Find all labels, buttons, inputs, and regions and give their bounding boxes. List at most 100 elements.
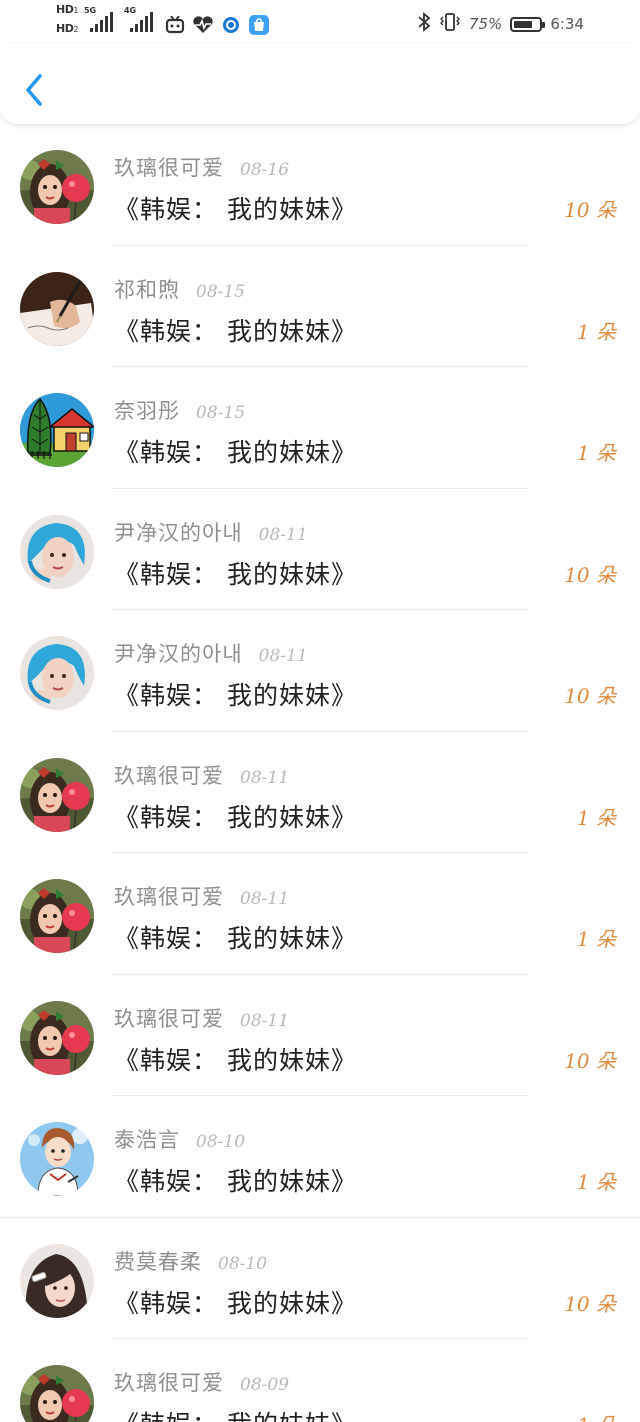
circle-app-icon xyxy=(220,14,242,36)
user-name-text: 玖璃很可爱 xyxy=(114,885,224,909)
user-name: 祁和煦 08-15 xyxy=(114,274,245,304)
user-name: 尹净汉的아내 08-11 xyxy=(114,638,308,668)
gift-date: 08-11 xyxy=(258,524,308,545)
book-title: 《韩娱： 我的妹妹》 xyxy=(114,559,357,589)
clock: 6:34 xyxy=(550,15,584,33)
avatar-girl-with-red-balloon[interactable] xyxy=(20,1365,94,1422)
avatar-cartoon-house[interactable] xyxy=(20,393,94,467)
hd2-label: HD xyxy=(56,22,74,35)
list-item[interactable]: 尹净汉的아내 08-11 《韩娱： 我的妹妹》 10 朵 xyxy=(0,610,640,732)
user-name: 奈羽彤 08-15 xyxy=(114,395,245,425)
signal-4g-icon: 4G xyxy=(124,6,158,32)
book-title: 《韩娱： 我的妹妹》 xyxy=(114,438,357,467)
hd1-label: HD xyxy=(56,3,74,16)
battery-icon xyxy=(510,16,546,32)
book-title: 《韩娱： 我的妹妹》 xyxy=(114,195,357,224)
list-item[interactable]: 玖璃很可爱 08-09 《韩娱： 我的妹妹》 1 朵 xyxy=(0,1339,640,1422)
book-title: 《韩娱： 我的妹妹》 xyxy=(114,681,357,710)
user-name-text: 尹净汉的아내 xyxy=(114,642,243,666)
avatar-girl-with-red-balloon[interactable] xyxy=(20,757,94,832)
avatar-woman-with-hairclip[interactable] xyxy=(20,1243,94,1318)
book-title: 《韩娱： 我的妹妹》 xyxy=(114,1405,357,1422)
user-name: 玖璃很可爱 08-16 xyxy=(114,152,289,182)
app-store-icon xyxy=(248,14,270,36)
user-name-text: 费莫春柔 xyxy=(114,1249,202,1274)
gift-date: 08-10 xyxy=(218,1253,268,1274)
hd2-indicator: HD2 xyxy=(56,23,78,36)
user-name: 尹净汉的아내 08-11 xyxy=(114,517,308,547)
list-item[interactable]: 玖璃很可爱 08-11 《韩娱： 我的妹妹》 1 朵 xyxy=(0,732,640,853)
avatar-girl-in-blue-hood[interactable] xyxy=(20,636,94,710)
flower-count: 1 朵 xyxy=(577,1409,616,1422)
user-name-text: 泰浩言 xyxy=(114,1128,180,1152)
flower-count: 1 朵 xyxy=(576,1170,616,1194)
avatar-girl-with-red-balloon[interactable] xyxy=(20,879,94,953)
list-item[interactable]: 玖璃很可爱 08-11 《韩娱： 我的妹妹》 1 朵 xyxy=(0,853,640,975)
gift-record-list: 玖璃很可爱 08-16 《韩娱： 我的妹妹》 10 朵 祁和煦 08-15 《韩娱：… xyxy=(0,124,640,1422)
status-bar: HD1 HD2 5G 4G 75% 6:34 xyxy=(0,0,640,44)
hd1-indicator: HD1 xyxy=(56,4,78,17)
gift-date: 08-11 xyxy=(240,889,290,909)
back-button[interactable] xyxy=(20,70,52,110)
page: HD1 HD2 5G 4G 75% 6:34 玖璃很可爱 08-16 《韩娱： … xyxy=(0,0,640,1422)
user-name: 玖璃很可爱 08-11 xyxy=(114,881,289,911)
gift-date: 08-11 xyxy=(240,1010,290,1031)
battery-percent: 75% xyxy=(468,15,503,33)
list-item[interactable]: 玖璃很可爱 08-16 《韩娱： 我的妹妹》 10 朵 xyxy=(0,124,640,246)
flower-count: 1 朵 xyxy=(576,441,616,465)
book-title: 《韩娱： 我的妹妹》 xyxy=(114,1167,357,1196)
tv-icon xyxy=(164,14,186,36)
book-title: 《韩娱： 我的妹妹》 xyxy=(114,802,357,832)
gift-date: 08-16 xyxy=(240,160,290,180)
chevron-left-icon xyxy=(26,74,42,106)
list-item[interactable]: 祁和煦 08-15 《韩娱： 我的妹妹》 1 朵 xyxy=(0,246,640,367)
avatar-girl-with-red-balloon[interactable] xyxy=(20,150,94,224)
gift-date: 08-10 xyxy=(196,1132,246,1152)
vibrate-icon xyxy=(439,12,461,36)
list-item[interactable]: 泰浩言 08-10 《韩娱： 我的妹妹》 1 朵 xyxy=(0,1096,640,1218)
flower-count: 10 朵 xyxy=(564,1291,616,1316)
gift-date: 08-11 xyxy=(240,767,290,788)
hd-indicators: HD1 HD2 xyxy=(56,4,78,36)
list-item[interactable]: 玖璃很可爱 08-11 《韩娱： 我的妹妹》 10 朵 xyxy=(0,975,640,1096)
avatar-hand-writing[interactable] xyxy=(20,271,94,346)
user-name-text: 玖璃很可爱 xyxy=(114,1371,224,1395)
hd2-sub: 2 xyxy=(73,25,78,34)
flower-count: 10 朵 xyxy=(564,1048,616,1073)
book-title: 《韩娱： 我的妹妹》 xyxy=(114,1045,357,1075)
user-name: 玖璃很可爱 08-09 xyxy=(114,1367,289,1397)
top-bar xyxy=(0,44,640,124)
book-title: 《韩娱： 我的妹妹》 xyxy=(114,924,357,953)
battery-fill xyxy=(514,20,533,28)
bluetooth-icon xyxy=(417,12,431,36)
gift-date: 08-15 xyxy=(196,281,246,302)
list-item[interactable]: 费莫春柔 08-10 《韩娱： 我的妹妹》 10 朵 xyxy=(0,1218,640,1339)
user-name: 玖璃很可爱 08-11 xyxy=(114,760,289,790)
user-name-text: 尹净汉的아내 xyxy=(114,520,243,545)
flower-count: 10 朵 xyxy=(564,562,616,587)
flower-count: 1 朵 xyxy=(576,805,616,830)
heart-pulse-icon xyxy=(192,14,214,36)
user-name-text: 奈羽彤 xyxy=(114,399,180,423)
status-bar-right: 75% 6:34 xyxy=(417,12,584,36)
gift-date: 08-09 xyxy=(240,1375,290,1395)
user-name: 泰浩言 08-10 xyxy=(114,1124,245,1154)
gift-date: 08-15 xyxy=(196,403,246,423)
user-name-text: 祁和煦 xyxy=(114,277,180,302)
hd1-sub: 1 xyxy=(73,6,78,15)
signal-5g-icon: 5G xyxy=(84,6,118,32)
user-name: 玖璃很可爱 08-11 xyxy=(114,1003,289,1033)
flower-count: 1 朵 xyxy=(576,927,616,951)
avatar-anime-boy[interactable] xyxy=(20,1122,94,1196)
book-title: 《韩娱： 我的妹妹》 xyxy=(114,316,357,346)
user-name-text: 玖璃很可爱 xyxy=(114,763,224,788)
flower-count: 10 朵 xyxy=(564,684,616,708)
list-item[interactable]: 奈羽彤 08-15 《韩娱： 我的妹妹》 1 朵 xyxy=(0,367,640,489)
user-name-text: 玖璃很可爱 xyxy=(114,1006,224,1031)
flower-count: 1 朵 xyxy=(576,319,616,344)
list-item[interactable]: 尹净汉的아내 08-11 《韩娱： 我的妹妹》 10 朵 xyxy=(0,489,640,610)
avatar-girl-in-blue-hood[interactable] xyxy=(20,514,94,589)
book-title: 《韩娱： 我的妹妹》 xyxy=(114,1288,357,1318)
avatar-girl-with-red-balloon[interactable] xyxy=(20,1000,94,1075)
user-name: 费莫春柔 08-10 xyxy=(114,1246,267,1276)
